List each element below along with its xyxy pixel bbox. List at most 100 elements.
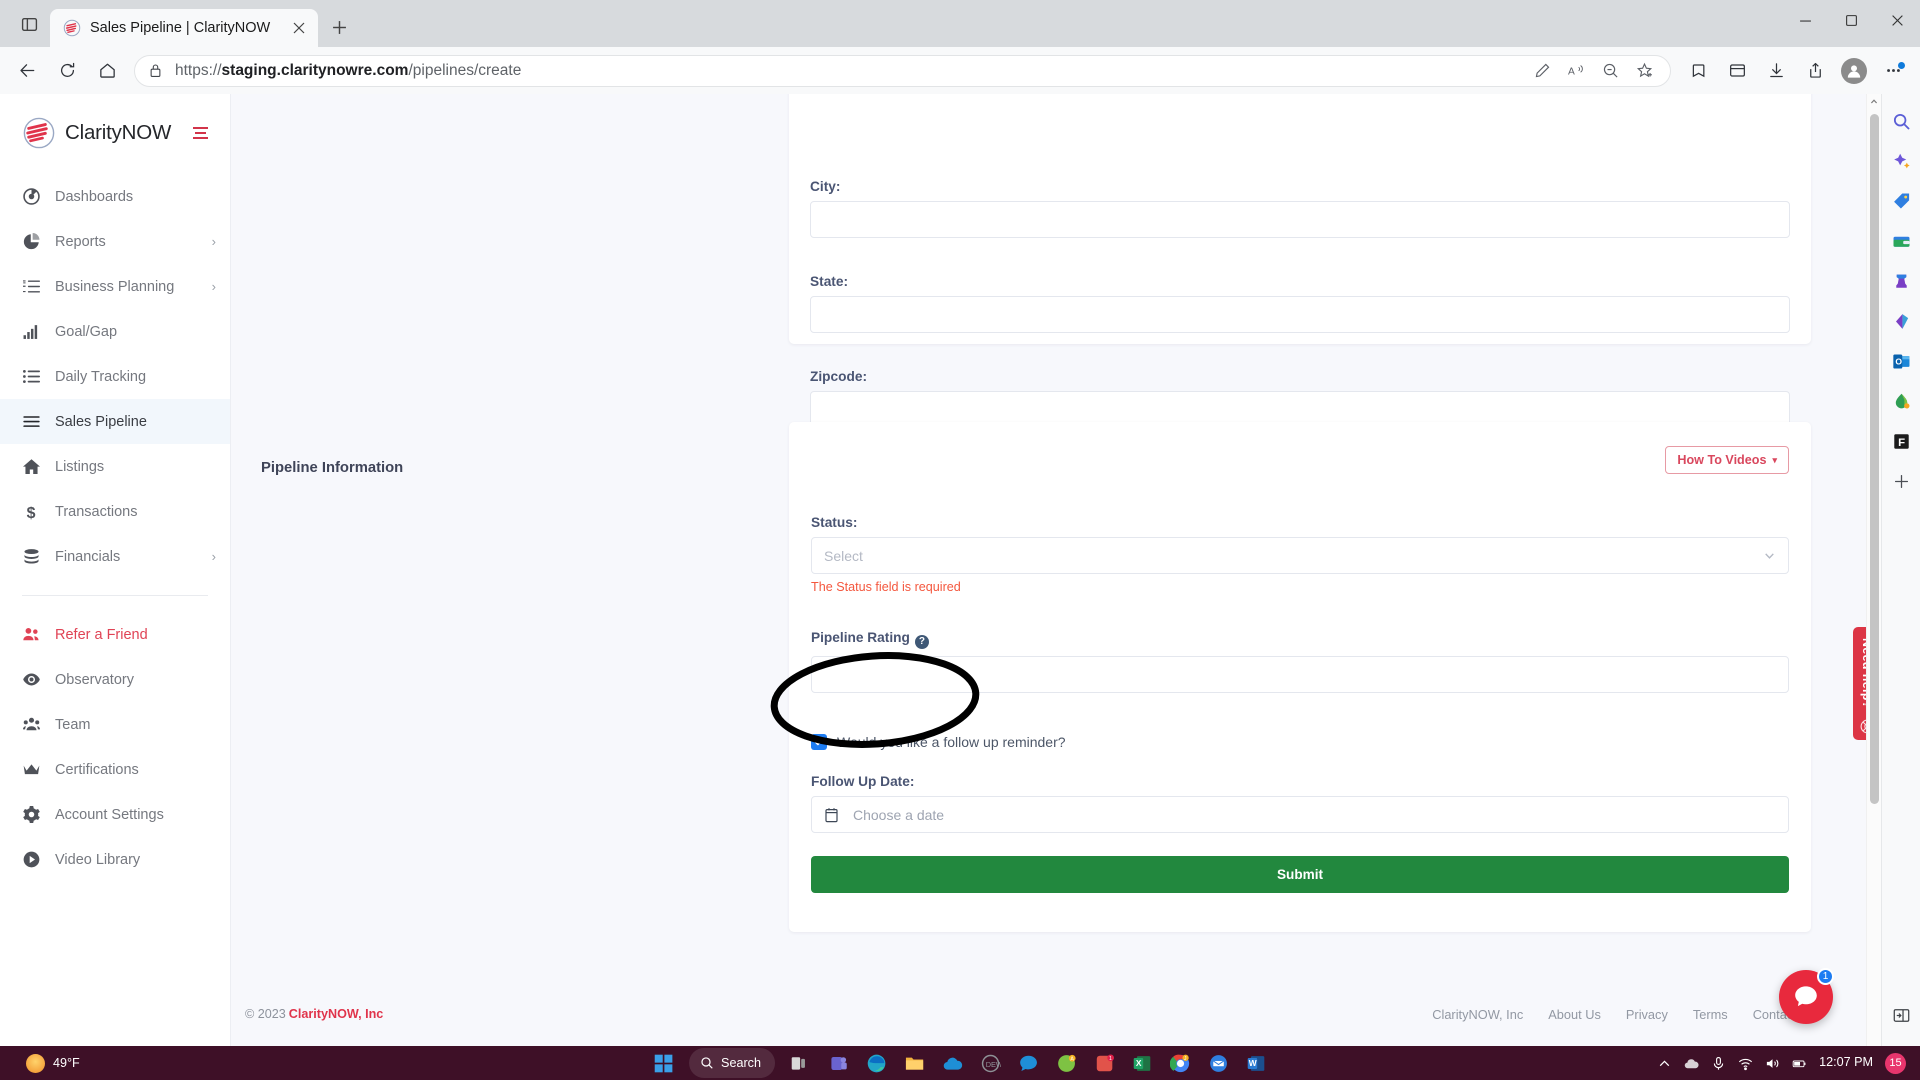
sidebar-item-transactions[interactable]: $ Transactions (0, 489, 230, 534)
sidebar-item-team[interactable]: Team (0, 702, 230, 747)
minimize-icon[interactable] (1782, 0, 1828, 40)
help-icon[interactable]: ? (914, 634, 929, 649)
mic-icon[interactable] (1711, 1056, 1726, 1071)
pipeline-rating-input[interactable] (811, 655, 1789, 693)
collections-icon[interactable] (1679, 54, 1717, 88)
games-icon[interactable] (1888, 268, 1914, 294)
status-select[interactable]: Select (811, 537, 1789, 574)
volume-icon[interactable] (1765, 1056, 1780, 1071)
sidebar-item-dashboards[interactable]: Dashboards (0, 174, 230, 219)
tab-close-icon[interactable] (286, 15, 312, 41)
page-scrollbar[interactable] (1866, 94, 1881, 1080)
favorites-add-icon[interactable] (1628, 56, 1660, 86)
city-label: City: (810, 179, 841, 194)
file-explorer-icon[interactable] (899, 1048, 931, 1078)
chat-fab-button[interactable]: 1 (1779, 968, 1834, 1024)
submit-button[interactable]: Submit (811, 856, 1789, 893)
tab-actions-icon[interactable] (8, 4, 50, 44)
task-list-icon (22, 278, 41, 295)
share-icon[interactable] (1796, 54, 1834, 88)
chat-icon[interactable] (1013, 1048, 1045, 1078)
follow-up-date-input[interactable]: Choose a date (811, 796, 1789, 833)
wifi-icon[interactable] (1738, 1056, 1753, 1071)
follow-up-reminder-checkbox[interactable] (811, 734, 827, 750)
notification-badge[interactable]: 15 (1885, 1052, 1906, 1074)
state-input[interactable] (810, 296, 1790, 333)
microsoft365-icon[interactable] (1888, 308, 1914, 334)
chrome-icon[interactable]: J (1165, 1048, 1197, 1078)
settings-more-icon[interactable] (1874, 54, 1912, 88)
copilot-icon[interactable] (1888, 148, 1914, 174)
new-tab-button[interactable] (322, 10, 356, 44)
show-hidden-icon[interactable] (1657, 1056, 1672, 1071)
wallet-icon[interactable] (1888, 228, 1914, 254)
taskbar-weather[interactable]: 49°F (0, 1053, 80, 1073)
brand[interactable]: ClarityNOW (0, 94, 230, 160)
sidebar-item-refer-a-friend[interactable]: Refer a Friend (0, 612, 230, 657)
sidebar-item-observatory[interactable]: Observatory (0, 657, 230, 702)
sidebar-item-goal-gap[interactable]: Goal/Gap (0, 309, 230, 354)
weather-temperature: 49°F (53, 1056, 80, 1070)
chevron-down-icon (1763, 549, 1776, 562)
task-view-icon[interactable] (785, 1048, 817, 1078)
home-icon[interactable] (88, 54, 126, 88)
shopping-tag-icon[interactable] (1888, 188, 1914, 214)
taskbar-clock[interactable]: 12:07 PM (1819, 1055, 1873, 1070)
sidebar-item-reports[interactable]: Reports › (0, 219, 230, 264)
follow-up-reminder-row[interactable]: Would you like a follow up reminder? (811, 734, 1066, 750)
split-screen-icon[interactable] (1888, 1002, 1914, 1028)
sidebar-item-sales-pipeline[interactable]: Sales Pipeline (0, 399, 230, 444)
zoom-out-icon[interactable] (1594, 56, 1626, 86)
scroll-thumb[interactable] (1870, 114, 1879, 804)
mail-icon[interactable] (1203, 1048, 1235, 1078)
battery-icon[interactable] (1792, 1056, 1807, 1071)
pipeline-information-title: Pipeline Information (261, 460, 404, 476)
taskbar-search[interactable]: Search (689, 1048, 775, 1078)
app-green-icon[interactable]: A (1051, 1048, 1083, 1078)
onedrive-icon[interactable] (937, 1048, 969, 1078)
outlook-icon[interactable]: O (1888, 348, 1914, 374)
edge-icon[interactable] (861, 1048, 893, 1078)
how-to-videos-button[interactable]: How To Videos ▾ (1665, 446, 1789, 474)
footer-link-terms[interactable]: Terms (1693, 1007, 1728, 1022)
close-icon[interactable] (1874, 0, 1920, 40)
maximize-icon[interactable] (1828, 0, 1874, 40)
footer-link-about-us[interactable]: About Us (1548, 1007, 1601, 1022)
sidebar-item-account-settings[interactable]: Account Settings (0, 792, 230, 837)
footer-link-privacy[interactable]: Privacy (1626, 1007, 1668, 1022)
city-input[interactable] (810, 201, 1790, 238)
read-aloud-icon[interactable]: A (1560, 56, 1592, 86)
browser-essentials-icon[interactable] (1718, 54, 1756, 88)
dell-icon[interactable]: DEW (975, 1048, 1007, 1078)
profile-icon[interactable] (1835, 54, 1873, 88)
browser-tab[interactable]: Sales Pipeline | ClarityNOW (50, 9, 318, 47)
back-arrow-icon[interactable] (8, 54, 46, 88)
windows-start-icon[interactable] (647, 1048, 679, 1078)
avatar (1841, 57, 1867, 84)
sidebar-item-business-planning[interactable]: Business Planning › (0, 264, 230, 309)
svg-text:O: O (1895, 356, 1902, 366)
footer-link-company[interactable]: ClarityNOW, Inc (1432, 1007, 1523, 1022)
sidebar-item-listings[interactable]: Listings (0, 444, 230, 489)
refresh-icon[interactable] (48, 54, 86, 88)
address-bar[interactable]: https://staging.claritynowre.com/pipelin… (134, 54, 1671, 87)
app-red-icon[interactable]: 1 (1089, 1048, 1121, 1078)
pen-edit-icon[interactable] (1526, 56, 1558, 86)
scroll-up-arrow-icon[interactable] (1867, 94, 1881, 109)
hamburger-icon[interactable] (193, 127, 212, 139)
word-icon[interactable]: W (1241, 1048, 1273, 1078)
sidebar-item-daily-tracking[interactable]: Daily Tracking (0, 354, 230, 399)
sidebar-item-financials[interactable]: Financials › (0, 534, 230, 579)
drop-icon[interactable] (1888, 388, 1914, 414)
add-tool-icon[interactable] (1888, 468, 1914, 494)
sidebar-item-video-library[interactable]: Video Library (0, 837, 230, 882)
cloud-icon[interactable] (1684, 1056, 1699, 1071)
sidebar-item-certifications[interactable]: Certifications (0, 747, 230, 792)
downloads-icon[interactable] (1757, 54, 1795, 88)
dollar-icon: $ (22, 503, 41, 520)
facebook-icon[interactable]: F (1888, 428, 1914, 454)
teams-icon[interactable] (823, 1048, 855, 1078)
excel-icon[interactable]: X (1127, 1048, 1159, 1078)
search-icon[interactable] (1888, 108, 1914, 134)
calendar-icon[interactable] (824, 807, 839, 823)
